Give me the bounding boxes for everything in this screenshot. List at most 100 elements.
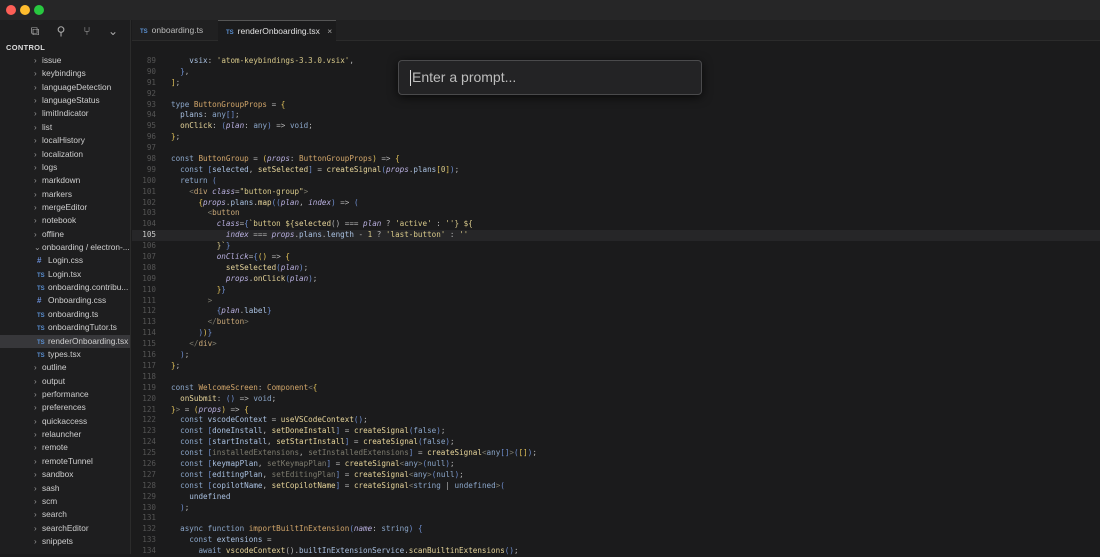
tree-item[interactable]: ›list	[0, 121, 131, 134]
line-number: 127	[132, 470, 156, 481]
source-control-icon[interactable]: ⑂	[80, 24, 94, 38]
tree-item-label: offline	[42, 229, 64, 239]
tree-item[interactable]: ›outline	[0, 361, 131, 374]
tree-item[interactable]: TSLogin.tsx	[0, 268, 131, 281]
tree-item[interactable]: ›sandbox	[0, 468, 131, 481]
tree-item[interactable]: ›performance	[0, 388, 131, 401]
code-token: Component	[267, 383, 308, 392]
code-token: []	[519, 448, 528, 457]
typescript-file-icon: TS	[226, 30, 234, 36]
code-token: ;	[532, 448, 537, 457]
tree-item[interactable]: ›notebook	[0, 214, 131, 227]
tree-item[interactable]: ⌄onboarding / electron-...	[0, 241, 131, 254]
tree-item[interactable]: ›searchEditor	[0, 522, 131, 535]
code-line: 120 onSubmit: () => void;	[132, 394, 1100, 405]
code-token: ;	[455, 165, 460, 174]
close-tab-icon[interactable]: ×	[327, 26, 332, 36]
tree-item[interactable]: ›mergeEditor	[0, 201, 131, 214]
code-token: setKeymapPlan	[267, 459, 326, 468]
tree-item[interactable]: ›issue	[0, 54, 131, 67]
code-token: props	[267, 154, 290, 163]
tree-item[interactable]: TSonboardingTutor.ts	[0, 321, 131, 334]
code-token: plan	[281, 198, 299, 207]
code-token: string	[381, 524, 408, 533]
code-token: ()	[258, 252, 267, 261]
code-token: :	[290, 154, 299, 163]
code-token: ,	[258, 459, 267, 468]
tab-renderonboarding-tsx[interactable]: TSrenderOnboarding.tsx ×	[218, 20, 336, 41]
tree-item-label: outline	[42, 362, 66, 372]
prompt-input[interactable]: Enter a prompt...	[398, 60, 702, 95]
code-token: createSignal	[427, 448, 482, 457]
tree-item[interactable]: ›quickaccess	[0, 415, 131, 428]
files-icon[interactable]: ⧉	[28, 24, 42, 39]
tree-item[interactable]: TSonboarding.contribu...	[0, 281, 131, 294]
tree-item[interactable]: ›preferences	[0, 401, 131, 414]
tree-item[interactable]: ›markers	[0, 188, 131, 201]
line-number: 123	[132, 426, 156, 437]
code-token	[171, 198, 198, 207]
code-line: 127 const [editingPlan, setEditingPlan] …	[132, 470, 1100, 481]
tree-item[interactable]: ›sash	[0, 482, 131, 495]
tree-item[interactable]: ›keybindings	[0, 67, 131, 80]
tree-item-label: quickaccess	[42, 416, 87, 426]
code-token: onClick	[180, 121, 212, 130]
code-line: 116 );	[132, 350, 1100, 361]
code-line: 98const ButtonGroup = (props: ButtonGrou…	[132, 154, 1100, 165]
text-caret	[410, 70, 411, 86]
line-number: 115	[132, 339, 156, 350]
line-number: 97	[132, 143, 156, 154]
code-token: >	[208, 296, 213, 305]
code-token: map	[258, 198, 272, 207]
tree-item-label: onboardingTutor.ts	[48, 322, 117, 332]
search-icon[interactable]: ⚲	[54, 24, 68, 38]
tree-item[interactable]: ›localHistory	[0, 134, 131, 147]
code-token: =	[331, 459, 345, 468]
code-token: ,	[299, 198, 308, 207]
chevron-right-icon: ›	[34, 148, 42, 161]
tree-item[interactable]: ›localization	[0, 148, 131, 161]
code-token: useVSCodeContext	[281, 415, 354, 424]
tree-item[interactable]: #Login.css	[0, 254, 131, 267]
tree-item[interactable]: ›scm	[0, 495, 131, 508]
tree-item[interactable]: ›limitIndicator	[0, 107, 131, 120]
chevron-down-icon[interactable]: ⌄	[106, 24, 120, 38]
tab-onboarding-ts[interactable]: TSonboarding.ts	[132, 20, 218, 41]
tree-item[interactable]: ›languageStatus	[0, 94, 131, 107]
minimize-window-button[interactable]	[20, 5, 30, 15]
code-token: ,	[267, 437, 276, 446]
line-number: 134	[132, 546, 156, 557]
code-token	[171, 459, 180, 468]
tree-item[interactable]: ›languageDetection	[0, 81, 131, 94]
line-number: 112	[132, 306, 156, 317]
chevron-right-icon: ›	[34, 81, 42, 94]
tree-item[interactable]: ›output	[0, 375, 131, 388]
tree-item[interactable]: ›search	[0, 508, 131, 521]
tree-item[interactable]: ›snippets	[0, 535, 131, 548]
tree-item-label: remoteTunnel	[42, 456, 93, 466]
tree-item-label: onboarding.ts	[48, 309, 98, 319]
code-token: }	[267, 306, 272, 315]
tree-item[interactable]: TStypes.tsx	[0, 348, 131, 361]
code-token: string	[413, 481, 440, 490]
tree-item[interactable]: #Onboarding.css	[0, 294, 131, 307]
close-window-button[interactable]	[6, 5, 16, 15]
tree-item[interactable]: ›markdown	[0, 174, 131, 187]
code-line: 102 {props.plans.map((plan, index) => (	[132, 198, 1100, 209]
file-tree: ›issue›keybindings›languageDetection›lan…	[0, 54, 131, 548]
code-editor[interactable]: 89 vsix: 'atom-keybindings-3.3.0.vsix',9…	[132, 56, 1100, 554]
code-token: const	[171, 154, 198, 163]
code-token: const	[171, 383, 198, 392]
tree-item[interactable]: ›remote	[0, 441, 131, 454]
code-token	[171, 350, 180, 359]
code-token: class	[212, 187, 235, 196]
maximize-window-button[interactable]	[34, 5, 44, 15]
tree-item[interactable]: ›relauncher	[0, 428, 131, 441]
tree-item[interactable]: TSrenderOnboarding.tsx	[0, 335, 131, 348]
code-token: ?	[381, 219, 395, 228]
tree-item[interactable]: ›remoteTunnel	[0, 455, 131, 468]
tree-item[interactable]: TSonboarding.ts	[0, 308, 131, 321]
tree-item[interactable]: ›logs	[0, 161, 131, 174]
tree-item[interactable]: ›offline	[0, 228, 131, 241]
code-token: {	[313, 383, 318, 392]
